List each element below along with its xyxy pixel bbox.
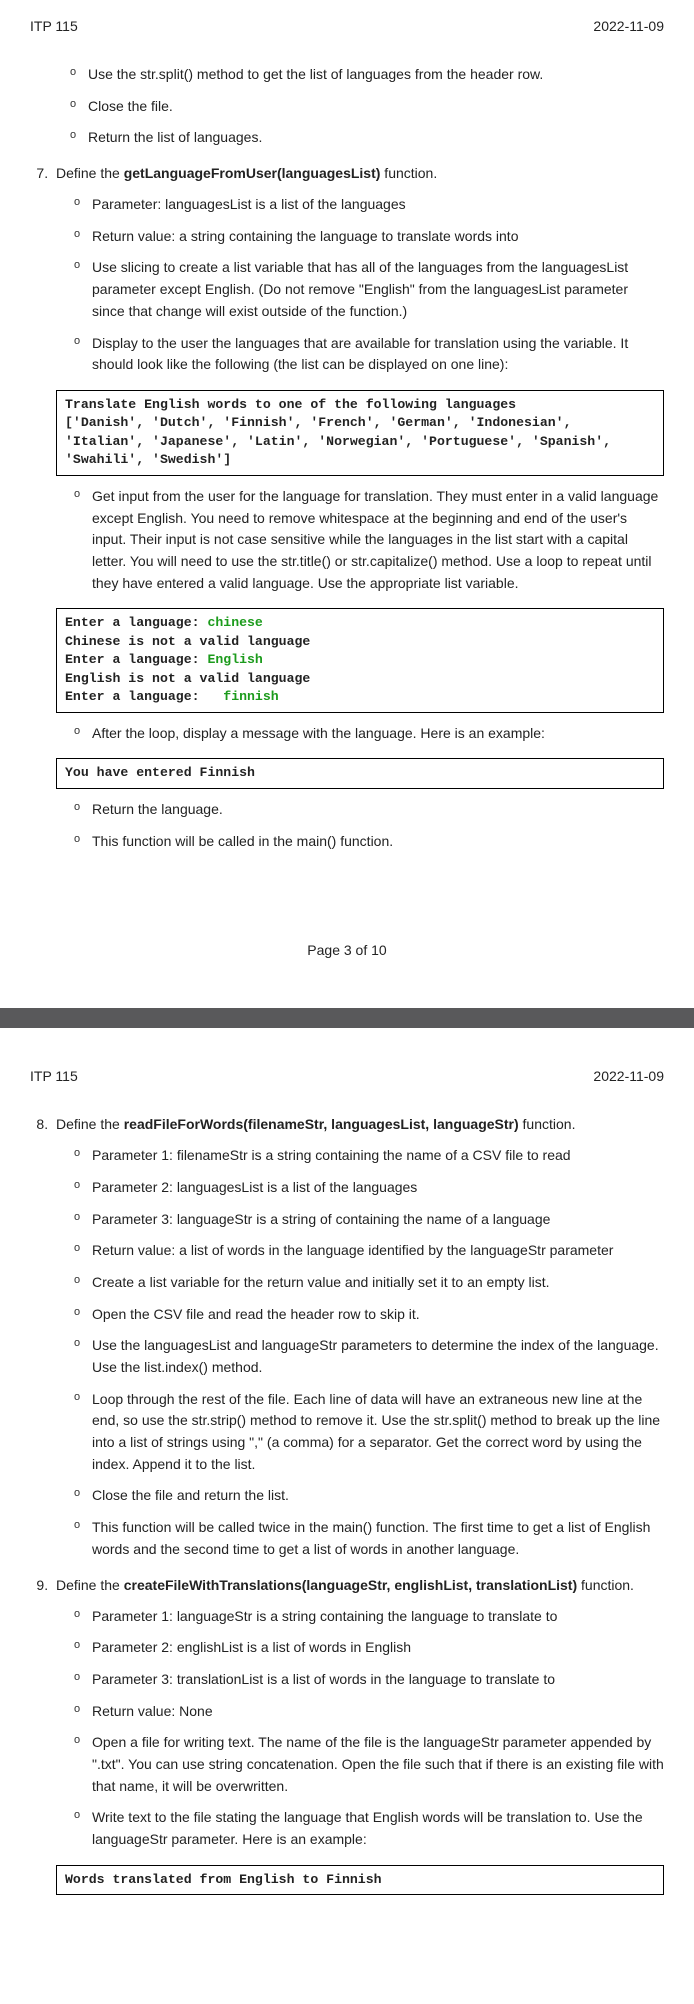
course-code: ITP 115: [30, 1068, 78, 1084]
list-item: After the loop, display a message with t…: [74, 723, 664, 745]
continuation-list: Use the str.split() method to get the li…: [52, 64, 664, 149]
list-item: Get input from the user for the language…: [74, 486, 664, 594]
sub-list: Get input from the user for the language…: [56, 486, 664, 594]
list-item: Close the file and return the list.: [74, 1485, 664, 1507]
list-item: Write text to the file stating the langu…: [74, 1807, 664, 1850]
list-item: Parameter 1: languageStr is a string con…: [74, 1606, 664, 1628]
list-item: Return value: a list of words in the lan…: [74, 1240, 664, 1262]
sub-list: Parameter: languagesList is a list of th…: [56, 194, 664, 376]
sub-list: Parameter 1: filenameStr is a string con…: [56, 1145, 664, 1560]
step-7: Define the getLanguageFromUser(languages…: [52, 163, 664, 852]
list-item: Close the file.: [70, 96, 664, 118]
page-header: ITP 115 2022-11-09: [30, 18, 664, 34]
list-item: Use the str.split() method to get the li…: [70, 64, 664, 86]
list-item: Parameter 3: languageStr is a string of …: [74, 1209, 664, 1231]
list-item: Parameter 2: englishList is a list of wo…: [74, 1637, 664, 1659]
date: 2022-11-09: [593, 1068, 664, 1084]
code-example-file-output: Words translated from English to Finnish: [56, 1865, 664, 1895]
page-footer: Page 3 of 10: [30, 942, 664, 958]
text: function.: [577, 1577, 634, 1593]
date: 2022-11-09: [593, 18, 664, 34]
page-header: ITP 115 2022-11-09: [30, 1068, 664, 1084]
sub-list: After the loop, display a message with t…: [56, 723, 664, 745]
page-gap: [0, 1008, 694, 1028]
list-item: This function will be called twice in th…: [74, 1517, 664, 1560]
list-item: Parameter: languagesList is a list of th…: [74, 194, 664, 216]
code-example-languages: Translate English words to one of the fo…: [56, 390, 664, 476]
list-item: Display to the user the languages that a…: [74, 333, 664, 376]
list-item: This function will be called in the main…: [74, 831, 664, 853]
step-8: Define the readFileForWords(filenameStr,…: [52, 1114, 664, 1560]
code-example-output: You have entered Finnish: [56, 758, 664, 788]
list-item: Return the language.: [74, 799, 664, 821]
list-item: Open the CSV file and read the header ro…: [74, 1304, 664, 1326]
list-item: Parameter 1: filenameStr is a string con…: [74, 1145, 664, 1167]
list-item: Use slicing to create a list variable th…: [74, 257, 664, 322]
list-item: Use the languagesList and languageStr pa…: [74, 1335, 664, 1378]
sub-list: Parameter 1: languageStr is a string con…: [56, 1606, 664, 1851]
course-code: ITP 115: [30, 18, 78, 34]
step-9: Define the createFileWithTranslations(la…: [52, 1575, 664, 1896]
list-item: Parameter 3: translationList is a list o…: [74, 1669, 664, 1691]
list-item: Loop through the rest of the file. Each …: [74, 1389, 664, 1476]
text: function.: [519, 1116, 576, 1132]
numbered-list: Define the getLanguageFromUser(languages…: [30, 163, 664, 852]
function-name: getLanguageFromUser(languagesList): [124, 165, 381, 181]
text: Define the: [56, 165, 124, 181]
text: function.: [380, 165, 437, 181]
list-item: Return value: None: [74, 1701, 664, 1723]
function-name: createFileWithTranslations(languageStr, …: [124, 1577, 577, 1593]
text: Define the: [56, 1577, 124, 1593]
list-item: Parameter 2: languagesList is a list of …: [74, 1177, 664, 1199]
page-3: ITP 115 2022-11-09 Use the str.split() m…: [0, 0, 694, 1008]
list-item: Return value: a string containing the la…: [74, 226, 664, 248]
code-example-input: Enter a language: chinese Chinese is not…: [56, 608, 664, 712]
text: Define the: [56, 1116, 124, 1132]
page-4: ITP 115 2022-11-09 Define the readFileFo…: [0, 1028, 694, 1955]
numbered-list: Define the readFileForWords(filenameStr,…: [30, 1114, 664, 1895]
function-name: readFileForWords(filenameStr, languagesL…: [124, 1116, 519, 1132]
list-item: Create a list variable for the return va…: [74, 1272, 664, 1294]
list-item: Return the list of languages.: [70, 127, 664, 149]
sub-list: Return the language. This function will …: [56, 799, 664, 852]
list-item: Open a file for writing text. The name o…: [74, 1732, 664, 1797]
